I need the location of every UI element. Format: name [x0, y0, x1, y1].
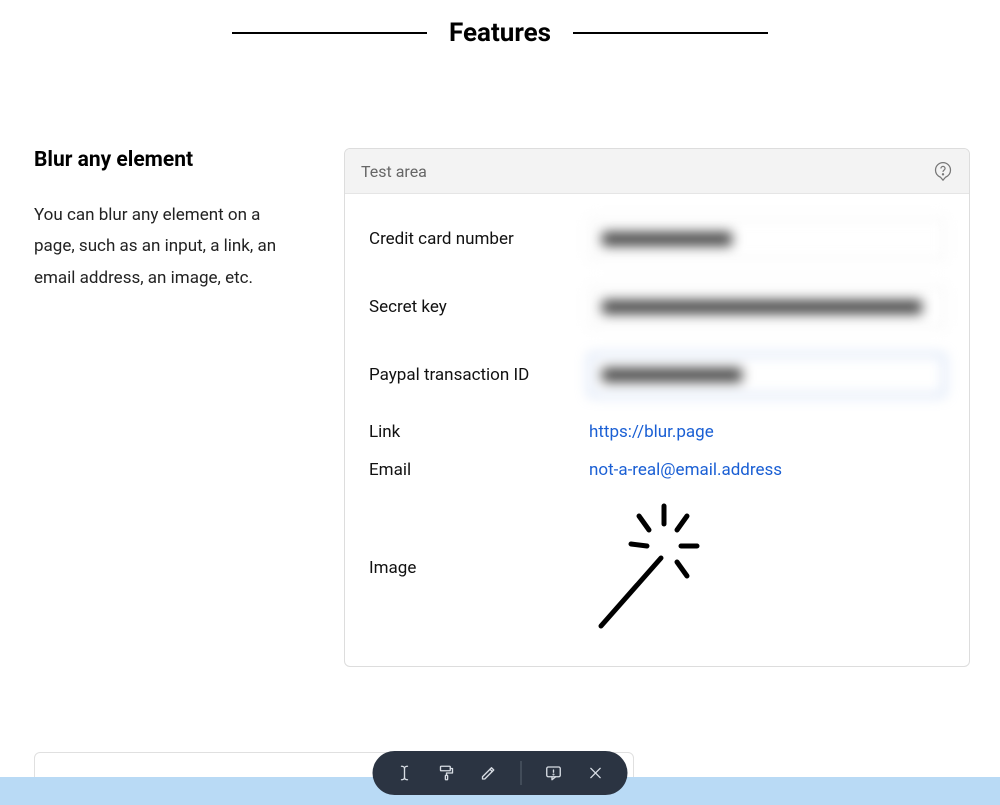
message-tool[interactable]: [544, 763, 564, 783]
image-value: [589, 498, 945, 638]
test-area-body: Credit card number Secret key Paypal tra…: [345, 194, 969, 666]
email-value[interactable]: not-a-real@email.address: [589, 460, 782, 480]
floating-toolbar: [373, 751, 628, 795]
credit-card-value: [589, 218, 945, 260]
test-area-card: Test area Credit card number Sec: [344, 148, 970, 667]
link-value-cell: https://blur.page: [589, 422, 945, 442]
paypal-input-blurred[interactable]: [589, 354, 945, 396]
field-paypal: Paypal transaction ID: [369, 354, 945, 396]
section-title: Features: [427, 18, 573, 48]
help-icon[interactable]: [933, 161, 953, 181]
header-line-right: [573, 32, 768, 34]
link-value[interactable]: https://blur.page: [589, 422, 714, 442]
secret-key-value: [589, 286, 945, 328]
header-line-left: [232, 32, 427, 34]
field-email: Email not-a-real@email.address: [369, 460, 945, 480]
field-secret-key: Secret key: [369, 286, 945, 328]
credit-card-input-blurred[interactable]: [589, 218, 945, 260]
field-link: Link https://blur.page: [369, 422, 945, 442]
close-tool[interactable]: [586, 763, 606, 783]
pen-tool[interactable]: [479, 763, 499, 783]
test-area-header: Test area: [345, 149, 969, 194]
paint-roller-tool[interactable]: [437, 763, 457, 783]
section-header: Features: [0, 0, 1000, 88]
text-cursor-tool[interactable]: [395, 763, 415, 783]
paypal-label: Paypal transaction ID: [369, 365, 589, 385]
image-label: Image: [369, 558, 589, 578]
toolbar-divider: [521, 761, 522, 785]
field-image: Image: [369, 498, 945, 638]
secret-key-label: Secret key: [369, 297, 589, 317]
magic-wand-icon: [589, 496, 709, 640]
email-label: Email: [369, 460, 589, 480]
field-credit-card: Credit card number: [369, 218, 945, 260]
feature-text: Blur any element You can blur any elemen…: [34, 148, 304, 294]
email-value-cell: not-a-real@email.address: [589, 460, 945, 480]
link-label: Link: [369, 422, 589, 442]
secret-key-input-blurred[interactable]: [589, 286, 945, 328]
test-area-title: Test area: [361, 162, 427, 181]
paypal-value: [589, 354, 945, 396]
feature-row: Blur any element You can blur any elemen…: [0, 148, 1000, 667]
feature-description: You can blur any element on a page, such…: [34, 200, 304, 294]
feature-heading: Blur any element: [34, 148, 304, 172]
credit-card-label: Credit card number: [369, 229, 589, 249]
